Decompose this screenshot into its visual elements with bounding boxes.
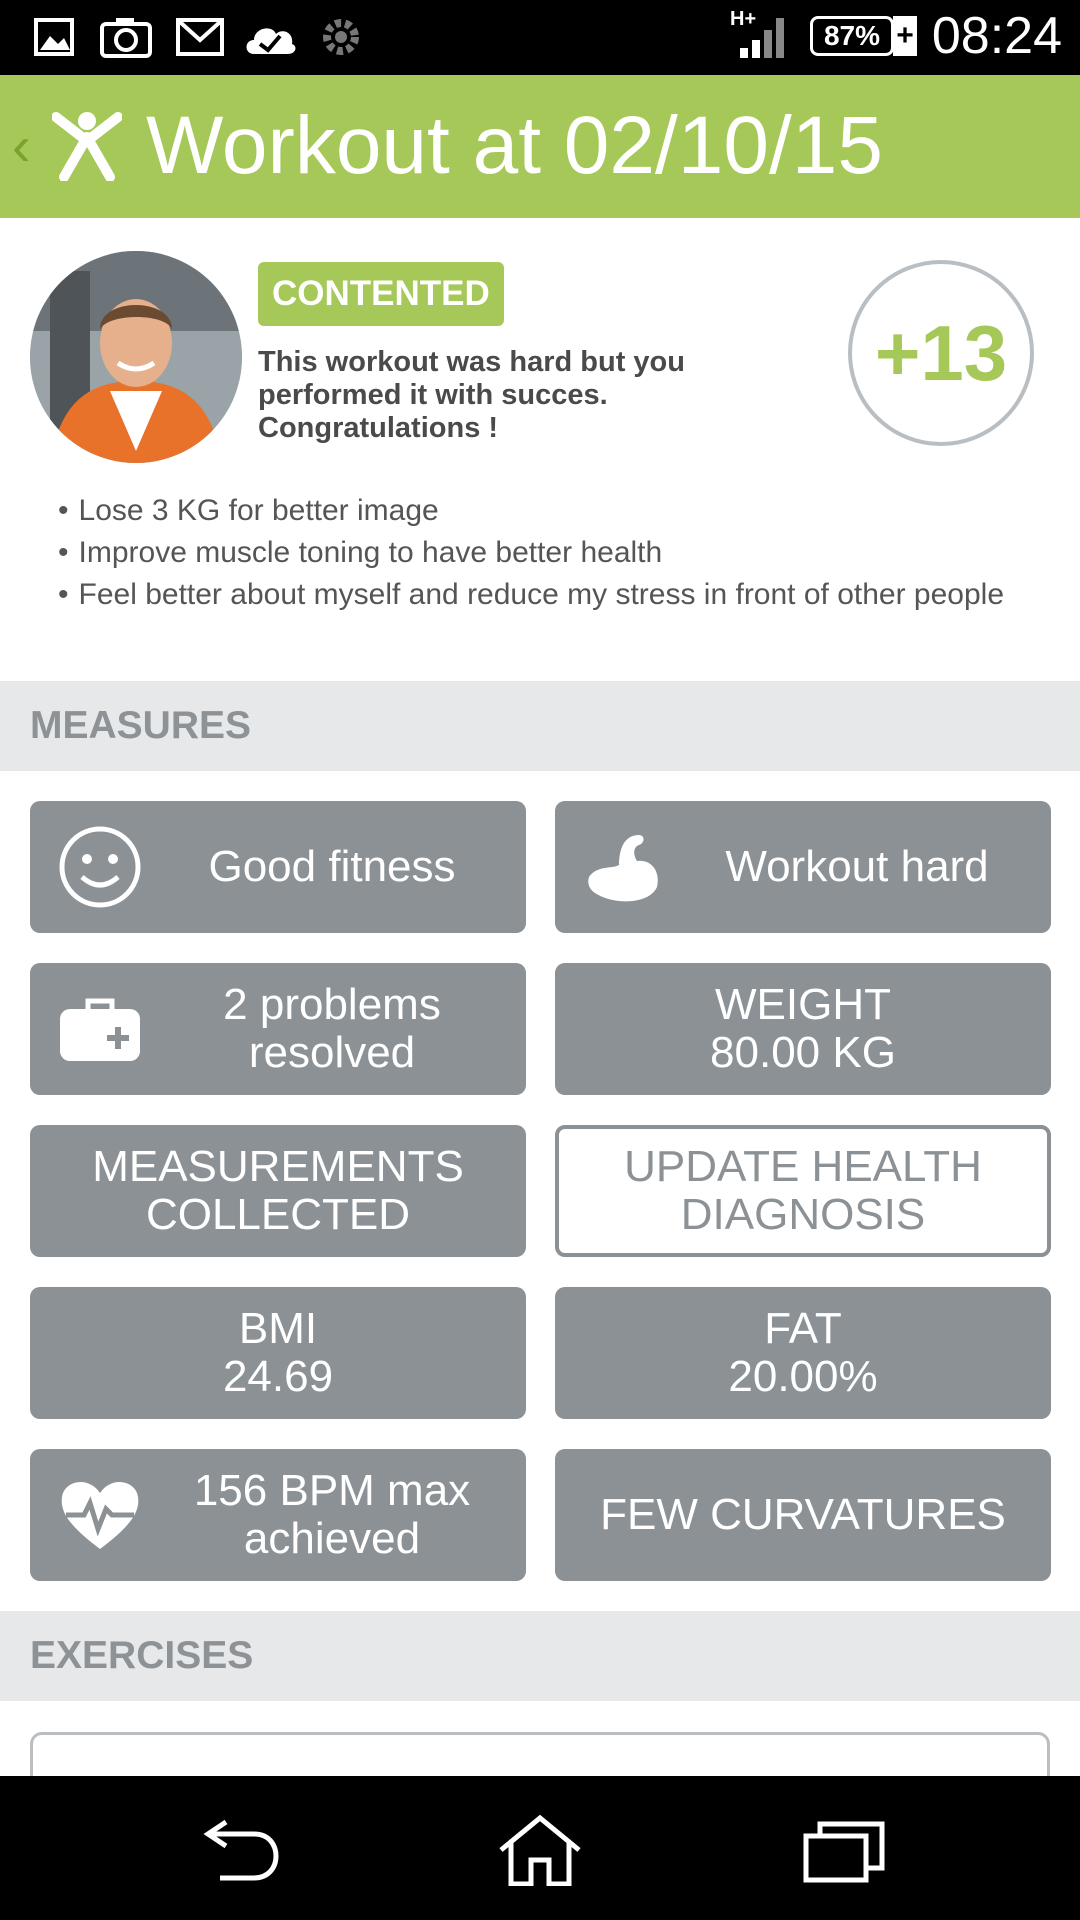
tile-label: FAT xyxy=(764,1304,842,1353)
goal-item: • Feel better about myself and reduce my … xyxy=(58,578,1005,611)
back-nav-icon[interactable] xyxy=(196,1814,286,1886)
back-button[interactable]: ‹ xyxy=(12,113,31,178)
avatar xyxy=(30,251,242,463)
problems-resolved-tile[interactable]: 2 problems resolved xyxy=(30,963,526,1095)
fat-tile[interactable]: FAT 20.00% xyxy=(555,1287,1051,1419)
battery-icon: 87% xyxy=(810,16,894,56)
tile-label: Workout hard xyxy=(725,842,989,891)
tile-value: 80.00 KG xyxy=(710,1028,896,1077)
charging-plus: + xyxy=(893,16,917,56)
tile-label: MEASUREMENTS xyxy=(92,1142,464,1191)
tile-label: resolved xyxy=(248,1028,416,1077)
good-fitness-tile[interactable]: Good fitness xyxy=(30,801,526,933)
tile-label: achieved xyxy=(243,1514,421,1563)
workout-hard-tile[interactable]: Workout hard xyxy=(555,801,1051,933)
tile-label: UPDATE HEALTH xyxy=(624,1142,982,1191)
app-header: ‹ Workout at 02/10/15 xyxy=(0,75,1080,218)
mood-badge: CONTENTED xyxy=(258,262,504,326)
heart-rate-tile[interactable]: 156 BPM max achieved xyxy=(30,1449,526,1581)
heart-pulse-icon xyxy=(61,1481,139,1549)
few-curvatures-tile[interactable]: FEW CURVATURES xyxy=(555,1449,1051,1581)
tile-label: Good fitness xyxy=(208,842,456,891)
tile-label: 156 BPM max xyxy=(193,1466,471,1515)
gmail-icon xyxy=(176,18,224,56)
smiley-icon xyxy=(59,826,141,908)
tile-value: 24.69 xyxy=(222,1352,334,1401)
score-badge: +13 xyxy=(848,260,1034,446)
update-health-diagnosis-button[interactable]: UPDATE HEALTH DIAGNOSIS xyxy=(555,1125,1051,1257)
avatar-photo xyxy=(30,251,242,463)
system-nav-bar xyxy=(0,1776,1080,1920)
gear-icon xyxy=(323,19,359,55)
tile-label: 2 problems xyxy=(223,980,441,1029)
exercises-heading: EXERCISES xyxy=(0,1611,1080,1701)
muscle-arm-icon xyxy=(588,835,658,902)
tile-label: BMI xyxy=(238,1304,318,1353)
camera-icon xyxy=(100,18,152,58)
tile-label: FEW CURVATURES xyxy=(600,1490,1006,1539)
app-logo-icon[interactable] xyxy=(52,111,122,181)
measurements-collected-tile[interactable]: MEASUREMENTS COLLECTED xyxy=(30,1125,526,1257)
bmi-tile[interactable]: BMI 24.69 xyxy=(30,1287,526,1419)
goal-text: Lose 3 KG for better image xyxy=(78,494,439,527)
page-title: Workout at 02/10/15 xyxy=(146,100,883,191)
tile-label: DIAGNOSIS xyxy=(680,1190,926,1239)
recents-nav-icon[interactable] xyxy=(800,1814,890,1886)
tile-label: WEIGHT xyxy=(715,980,891,1029)
goal-item: • Lose 3 KG for better image xyxy=(58,494,439,527)
goals-list: • Lose 3 KG for better image • Improve mus… xyxy=(58,494,1038,620)
status-bar: H+ 87% + 08:24 xyxy=(0,0,1080,75)
cloud-check-icon xyxy=(246,28,296,54)
measures-heading: MEASURES xyxy=(0,681,1080,771)
status-time: 08:24 xyxy=(931,7,1062,65)
goal-item: • Improve muscle toning to have better he… xyxy=(58,536,663,569)
goal-text: Feel better about myself and reduce my s… xyxy=(78,578,1005,611)
gallery-icon xyxy=(34,18,74,56)
medical-kit-icon xyxy=(60,998,140,1061)
tile-value: 20.00% xyxy=(728,1352,878,1401)
goal-text: Improve muscle toning to have better hea… xyxy=(78,536,663,569)
weight-tile[interactable]: WEIGHT 80.00 KG xyxy=(555,963,1051,1095)
home-nav-icon[interactable] xyxy=(495,1814,585,1886)
signal-icon xyxy=(740,18,784,58)
tile-label: COLLECTED xyxy=(145,1190,411,1239)
workout-message: This workout was hard but you performed … xyxy=(258,346,685,444)
